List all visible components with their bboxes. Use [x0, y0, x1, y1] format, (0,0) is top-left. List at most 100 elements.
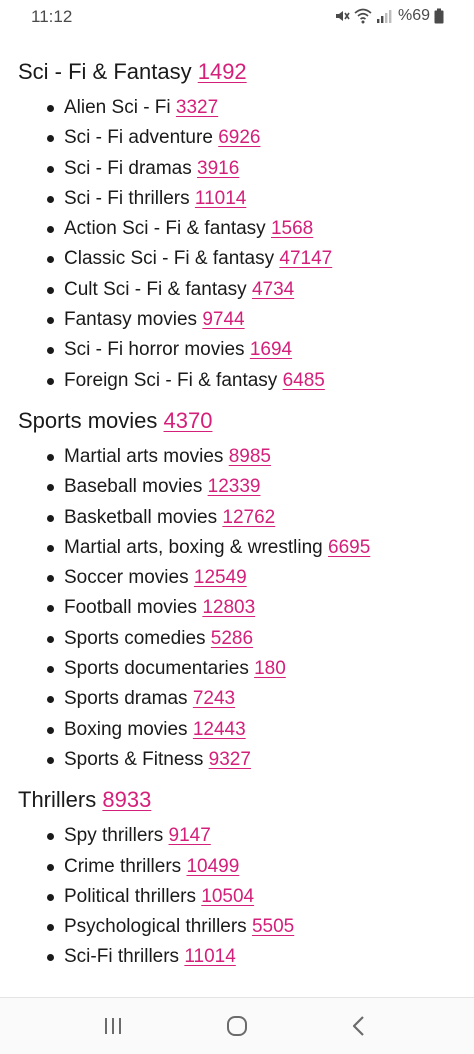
- item-code-link[interactable]: 11014: [195, 188, 246, 209]
- item-code-link[interactable]: 9744: [202, 309, 244, 330]
- bullet-icon: [47, 833, 54, 841]
- category-list: Sci - Fi & Fantasy 1492 Alien Sci - Fi 3…: [18, 52, 458, 983]
- list-item: Soccer movies 12549: [46, 563, 458, 593]
- item-label: Crime thrillers: [64, 855, 182, 877]
- item-list: Martial arts movies 8985 Baseball movies…: [18, 442, 458, 775]
- list-item: Crime thrillers 10499: [46, 852, 458, 882]
- bullet-icon: [47, 484, 54, 492]
- item-code-link[interactable]: 11014: [184, 946, 235, 967]
- home-button[interactable]: [222, 1012, 252, 1040]
- section-sci-fi-fantasy: Sci - Fi & Fantasy 1492 Alien Sci - Fi 3…: [18, 57, 458, 396]
- item-code-link[interactable]: 6485: [283, 370, 325, 391]
- item-label: Sci - Fi adventure: [64, 127, 213, 149]
- item-label: Political thrillers: [64, 885, 196, 907]
- list-item: Sports & Fitness 9327: [46, 745, 458, 775]
- bullet-icon: [47, 696, 54, 704]
- status-icons: %69: [334, 6, 444, 26]
- list-item: Boxing movies 12443: [46, 715, 458, 745]
- bullet-icon: [47, 165, 54, 173]
- bullet-icon: [47, 453, 54, 461]
- section-header: Thrillers 8933: [18, 785, 458, 815]
- item-label: Sports & Fitness: [64, 748, 204, 770]
- list-item: Basketball movies 12762: [46, 503, 458, 533]
- item-code-link[interactable]: 9327: [209, 749, 251, 770]
- list-item: Sci - Fi horror movies 1694: [46, 335, 458, 365]
- item-code-link[interactable]: 12549: [194, 567, 247, 588]
- item-code-link[interactable]: 3916: [197, 158, 239, 179]
- item-code-link[interactable]: 12443: [193, 719, 246, 740]
- bullet-icon: [47, 605, 54, 613]
- item-code-link[interactable]: 5286: [211, 628, 253, 649]
- item-label: Alien Sci - Fi: [64, 97, 171, 118]
- section-count-link[interactable]: 1492: [198, 59, 247, 84]
- item-code-link[interactable]: 12803: [202, 597, 255, 618]
- item-code-link[interactable]: 47147: [279, 248, 332, 269]
- section-title: Sci - Fi & Fantasy: [18, 59, 192, 84]
- item-code-link[interactable]: 7243: [193, 688, 235, 709]
- list-item: Martial arts movies 8985: [46, 442, 458, 472]
- item-label: Spy thrillers: [64, 825, 164, 847]
- item-code-link[interactable]: 12762: [222, 507, 275, 528]
- bullet-icon: [47, 286, 54, 294]
- list-item: Action Sci - Fi & fantasy 1568: [46, 214, 458, 244]
- item-code-link[interactable]: 12339: [208, 476, 261, 497]
- back-button[interactable]: [344, 1012, 374, 1040]
- bullet-icon: [47, 377, 54, 385]
- item-label: Sci - Fi horror movies: [64, 339, 245, 361]
- section-title: Thrillers: [18, 787, 97, 813]
- status-time: 11:12: [31, 7, 73, 26]
- item-label: Sci-Fi thrillers: [64, 946, 180, 968]
- item-code-link[interactable]: 6926: [218, 127, 260, 148]
- bullet-icon: [47, 575, 54, 583]
- item-list: Alien Sci - Fi 3327 Sci - Fi adventure 6…: [18, 93, 458, 396]
- navigation-bar: [0, 997, 474, 1054]
- item-label: Sci - Fi thrillers: [64, 187, 190, 209]
- bullet-icon: [47, 756, 54, 764]
- recent-apps-icon: [105, 1018, 121, 1034]
- home-icon: [227, 1016, 247, 1036]
- list-item: Cult Sci - Fi & fantasy 4734: [46, 275, 458, 305]
- signal-icon: [376, 8, 392, 24]
- bullet-icon: [47, 544, 54, 552]
- item-label: Sports comedies: [64, 627, 206, 649]
- item-label: Boxing movies: [64, 718, 188, 740]
- bullet-icon: [47, 195, 54, 203]
- item-label: Classic Sci - Fi & fantasy: [64, 248, 275, 270]
- list-item: Baseball movies 12339: [46, 472, 458, 502]
- item-label: Soccer movies: [64, 567, 189, 589]
- item-list: Spy thrillers 9147 Crime thrillers 10499…: [18, 821, 458, 972]
- bullet-icon: [47, 135, 54, 143]
- bullet-icon: [47, 954, 54, 962]
- list-item: Martial arts, boxing & wrestling 6695: [46, 533, 458, 563]
- item-code-link[interactable]: 5505: [252, 916, 294, 937]
- list-item: Alien Sci - Fi 3327: [46, 93, 458, 123]
- item-code-link[interactable]: 10504: [201, 886, 254, 907]
- item-code-link[interactable]: 9147: [169, 825, 211, 846]
- item-code-link[interactable]: 4734: [252, 279, 294, 300]
- section-sports-movies: Sports movies 4370 Martial arts movies 8…: [18, 406, 458, 775]
- item-code-link[interactable]: 6695: [328, 537, 370, 558]
- item-code-link[interactable]: 3327: [176, 97, 218, 118]
- item-code-link[interactable]: 8985: [229, 446, 271, 467]
- list-item: Sports dramas 7243: [46, 684, 458, 714]
- list-item: Sci-Fi thrillers 11014: [46, 942, 458, 972]
- item-code-link[interactable]: 1694: [250, 339, 292, 360]
- item-code-link[interactable]: 180: [254, 658, 286, 679]
- item-label: Psychological thrillers: [64, 916, 247, 938]
- bullet-icon: [47, 347, 54, 355]
- section-count-link[interactable]: 8933: [102, 787, 151, 812]
- back-icon: [352, 1016, 364, 1036]
- item-code-link[interactable]: 10499: [186, 856, 239, 877]
- item-code-link[interactable]: 1568: [271, 218, 313, 239]
- item-label: Martial arts, boxing & wrestling: [64, 536, 323, 558]
- recent-apps-button[interactable]: [98, 1012, 128, 1040]
- section-header: Sci - Fi & Fantasy 1492: [18, 57, 458, 87]
- list-item: Political thrillers 10504: [46, 882, 458, 912]
- section-title: Sports movies: [18, 407, 158, 433]
- item-label: Football movies: [64, 597, 198, 619]
- section-count-link[interactable]: 4370: [164, 408, 213, 433]
- list-item: Spy thrillers 9147: [46, 821, 458, 851]
- list-item: Sci - Fi dramas 3916: [46, 154, 458, 184]
- item-label: Foreign Sci - Fi & fantasy: [64, 369, 278, 391]
- list-item: Classic Sci - Fi & fantasy 47147: [46, 244, 458, 274]
